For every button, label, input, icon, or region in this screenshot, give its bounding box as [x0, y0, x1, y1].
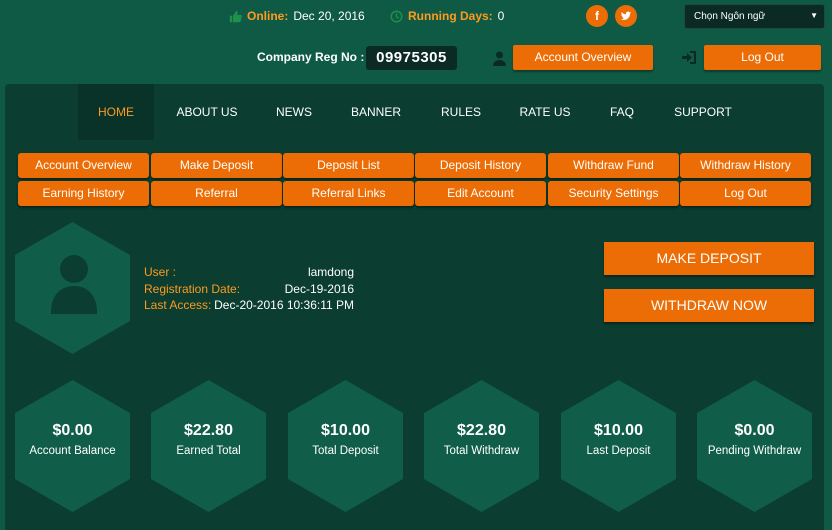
last-access-row: Last Access: Dec-20-2016 10:36:11 PM [144, 297, 354, 314]
online-label: Online: [247, 9, 289, 23]
nav-about-us[interactable]: ABOUT US [166, 84, 248, 140]
last-access-label: Last Access: [144, 298, 212, 312]
security-settings-link[interactable]: Security Settings [548, 181, 679, 206]
company-reg-value: 09975305 [366, 46, 457, 70]
last-access-value: Dec-20-2016 10:36:11 PM [214, 298, 354, 312]
stat-label: Total Deposit [312, 445, 379, 457]
user-value: lamdong [307, 265, 354, 279]
avatar [15, 222, 130, 354]
online-status: Online: Dec 20, 2016 [229, 9, 365, 23]
stat-label: Account Balance [29, 445, 116, 457]
stat-amount: $0.00 [734, 422, 775, 439]
thumbs-up-icon [229, 10, 242, 22]
stat-amount: $10.00 [594, 422, 643, 439]
nav-banner[interactable]: BANNER [342, 84, 410, 140]
running-value: 0 [497, 9, 505, 23]
withdraw-now-button[interactable]: WITHDRAW NOW [604, 289, 814, 322]
account-overview-link[interactable]: Account Overview [18, 153, 149, 178]
withdraw-fund-link[interactable]: Withdraw Fund [548, 153, 679, 178]
stat-label: Total Withdraw [443, 445, 520, 457]
stat-amount: $10.00 [321, 422, 370, 439]
stat-account-balance: $0.00 Account Balance [15, 380, 130, 512]
stat-label: Pending Withdraw [707, 445, 802, 457]
stat-last-deposit: $10.00 Last Deposit [561, 380, 676, 512]
running-days: Running Days: 0 [390, 9, 504, 23]
nav-home[interactable]: HOME [78, 84, 154, 140]
stat-total-withdraw: $22.80 Total Withdraw [424, 380, 539, 512]
deposit-history-link[interactable]: Deposit History [415, 153, 546, 178]
user-row: User : lamdong [144, 264, 354, 281]
profile-info: User : lamdong Registration Date: Dec-19… [144, 264, 354, 314]
make-deposit-link[interactable]: Make Deposit [151, 153, 282, 178]
logout-button[interactable]: Log Out [704, 45, 821, 70]
language-select-value: Chọn Ngôn ngữ [694, 11, 766, 22]
nav-support[interactable]: SUPPORT [664, 84, 742, 140]
make-deposit-button[interactable]: MAKE DEPOSIT [604, 242, 814, 275]
withdraw-history-link[interactable]: Withdraw History [680, 153, 811, 178]
nav-news[interactable]: NEWS [267, 84, 321, 140]
main-nav: HOME ABOUT US NEWS BANNER RULES RATE US … [5, 84, 824, 140]
stat-pending-withdraw: $0.00 Pending Withdraw [697, 380, 812, 512]
nav-rate-us[interactable]: RATE US [511, 84, 579, 140]
deposit-list-link[interactable]: Deposit List [283, 153, 414, 178]
user-avatar-icon [51, 255, 97, 314]
user-icon [493, 51, 506, 66]
main-panel: HOME ABOUT US NEWS BANNER RULES RATE US … [5, 84, 824, 530]
account-overview-button[interactable]: Account Overview [513, 45, 653, 70]
edit-account-link[interactable]: Edit Account [415, 181, 546, 206]
clock-icon [390, 9, 403, 23]
chevron-down-icon: ▼ [810, 11, 818, 20]
stat-label: Last Deposit [586, 445, 651, 457]
logout-link[interactable]: Log Out [680, 181, 811, 206]
online-value: Dec 20, 2016 [293, 9, 365, 23]
stat-amount: $22.80 [457, 422, 506, 439]
referral-links-link[interactable]: Referral Links [283, 181, 414, 206]
referral-link[interactable]: Referral [151, 181, 282, 206]
nav-faq[interactable]: FAQ [600, 84, 644, 140]
language-select[interactable]: Chọn Ngôn ngữ ▼ [684, 4, 825, 29]
facebook-icon[interactable]: f [586, 5, 608, 27]
sign-in-icon [682, 51, 696, 64]
stat-amount: $22.80 [184, 422, 233, 439]
stat-label: Earned Total [176, 445, 241, 457]
stat-total-deposit: $10.00 Total Deposit [288, 380, 403, 512]
company-reg-label: Company Reg No : [257, 50, 365, 64]
earning-history-link[interactable]: Earning History [18, 181, 149, 206]
nav-rules[interactable]: RULES [431, 84, 491, 140]
registration-row: Registration Date: Dec-19-2016 [144, 281, 354, 298]
header-row: Company Reg No : 09975305 Account Overvi… [0, 44, 832, 74]
stat-earned-total: $22.80 Earned Total [151, 380, 266, 512]
registration-value: Dec-19-2016 [284, 281, 354, 296]
user-label: User : [144, 265, 177, 279]
running-label: Running Days: [408, 9, 493, 23]
twitter-icon[interactable] [615, 5, 637, 27]
registration-label: Registration Date: [144, 281, 241, 296]
stat-amount: $0.00 [52, 422, 93, 439]
top-bar: Online: Dec 20, 2016 Running Days: 0 f C… [0, 0, 832, 34]
